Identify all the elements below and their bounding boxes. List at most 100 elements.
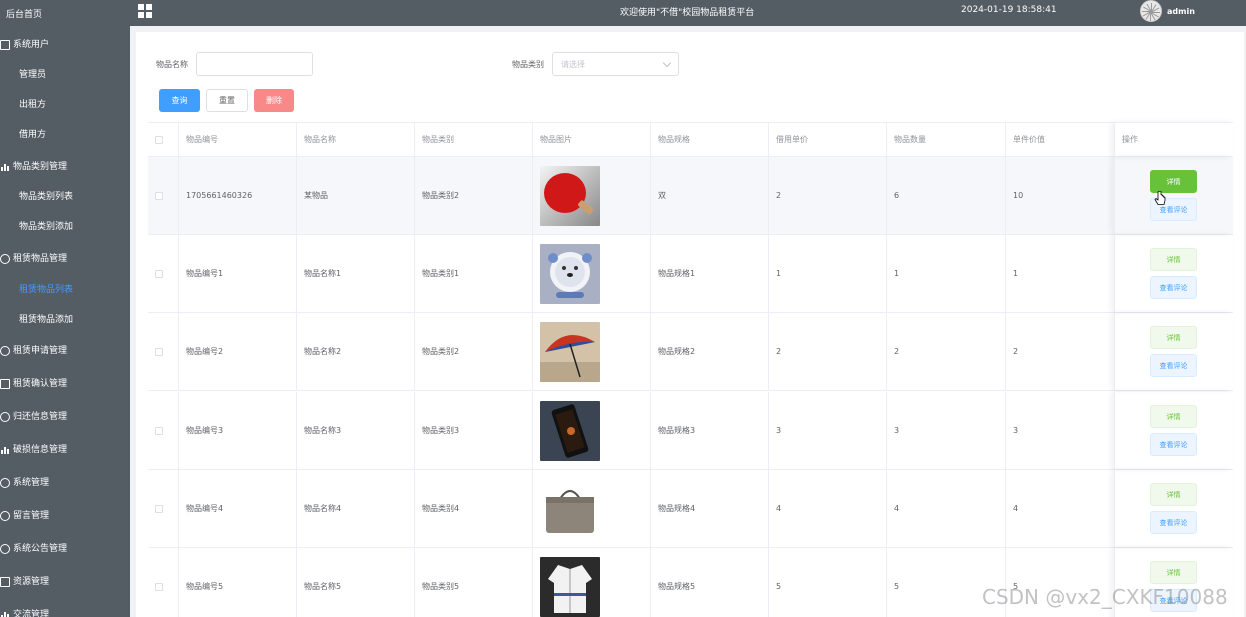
menu-grid-icon[interactable]	[138, 4, 152, 18]
cell-text: 3	[894, 426, 900, 435]
cell-value: 3	[1005, 392, 1114, 469]
category-placeholder: 请选择	[561, 60, 585, 69]
reset-button[interactable]: 重置	[206, 89, 248, 112]
sidebar-subitem[interactable]: 管理员	[0, 60, 130, 90]
cell-name: 某物品	[296, 157, 414, 234]
table-row[interactable]: 物品编号3 物品名称3 物品类别3 物品规格3 3 3 3 详情 查看评论	[148, 392, 1233, 470]
item-name-label: 物品名称	[156, 60, 188, 69]
cell-category: 物品类别1	[414, 235, 532, 312]
sidebar-subitem[interactable]: 租赁物品添加	[0, 305, 130, 335]
sidebar-item[interactable]: 租赁物品管理	[0, 244, 130, 274]
table-row[interactable]: 1705661460326 某物品 物品类别2 双 2 6 10 详情 查看评论	[148, 157, 1233, 235]
sidebar-item[interactable]: 资源管理	[0, 567, 130, 597]
chevron-down-icon	[662, 58, 672, 68]
table-row[interactable]: 物品编号4 物品名称4 物品类别4 物品规格4 4 4 4 详情 查看评论	[148, 470, 1233, 548]
item-image[interactable]	[540, 556, 600, 617]
cell-text: 物品类别2	[422, 191, 460, 200]
sidebar-subitem[interactable]: 出租方	[0, 90, 130, 120]
cell-text: 1	[776, 269, 782, 278]
view-comments-button[interactable]: 查看评论	[1150, 354, 1197, 377]
actions-header-cell	[1114, 122, 1233, 157]
sidebar-item-label: 归还信息管理	[13, 412, 68, 422]
cell-text: 物品规格5	[658, 582, 696, 591]
view-comments-button[interactable]: 查看评论	[1150, 433, 1197, 456]
row-checkbox[interactable]	[155, 583, 163, 591]
username[interactable]: admin	[1167, 7, 1195, 16]
sidebar-item[interactable]: 租赁确认管理	[0, 369, 130, 399]
item-image[interactable]	[540, 321, 600, 382]
cell-price: 5	[768, 548, 886, 617]
row-checkbox[interactable]	[155, 427, 163, 435]
cell-text: 2	[776, 347, 782, 356]
sidebar-item[interactable]: 留言管理	[0, 501, 130, 531]
column-header: 物品类别	[414, 123, 532, 157]
cell-text: 物品类别3	[422, 426, 460, 435]
item-category-select[interactable]: 请选择	[552, 52, 679, 76]
cell-price: 2	[768, 157, 886, 234]
view-comments-button[interactable]: 查看评论	[1150, 511, 1197, 534]
query-button[interactable]: 查询	[159, 89, 200, 112]
item-image[interactable]	[540, 478, 600, 539]
sidebar-item-label: 留言管理	[13, 511, 50, 521]
detail-button[interactable]: 详情	[1150, 405, 1197, 428]
sidebar-item[interactable]: 交流管理	[0, 600, 130, 617]
detail-button[interactable]: 详情	[1150, 483, 1197, 506]
sidebar-subitem[interactable]: 物品类别列表	[0, 182, 130, 212]
cell-text: 物品类别1	[422, 269, 460, 278]
table-row[interactable]: 物品编号2 物品名称2 物品类别2 物品规格2 2 2 2 详情 查看评论	[148, 313, 1233, 391]
main-panel: 物品名称 物品类别 请选择 查询 重置 删除 物品编号 物品名称 物品类别 物品图片物…	[136, 32, 1244, 617]
detail-button[interactable]: 详情	[1150, 170, 1197, 193]
item-image-cell	[532, 392, 650, 469]
delete-button[interactable]: 删除	[254, 89, 294, 112]
cell-value: 2	[1005, 313, 1114, 390]
row-checkbox[interactable]	[155, 270, 163, 278]
table-header: 物品编号 物品名称 物品类别 物品图片 物品规格 借用单价 物品数量 单件价值 操作	[148, 122, 1233, 157]
chat-icon	[0, 510, 10, 521]
cell-text: 物品类别5	[422, 582, 460, 591]
cell-text: 物品规格1	[658, 269, 696, 278]
detail-button[interactable]: 详情	[1150, 561, 1197, 584]
avatar[interactable]	[1140, 0, 1162, 22]
doc-icon	[0, 39, 10, 50]
top-bar: 欢迎使用"不借"校园物品租赁平台 2024-01-19 18:58:41 adm…	[130, 0, 1246, 26]
cell-qty: 2	[886, 313, 1005, 390]
item-image[interactable]	[540, 165, 600, 226]
sidebar-item[interactable]: 租赁申请管理	[0, 336, 130, 366]
sidebar-subitem[interactable]: 租赁物品列表	[0, 275, 130, 305]
bar-chart-icon	[0, 162, 10, 172]
row-checkbox[interactable]	[155, 505, 163, 513]
actions-cell: 详情 查看评论	[1114, 313, 1233, 390]
sidebar-item[interactable]: 系统用户	[0, 30, 130, 60]
sidebar-item[interactable]: 破损信息管理	[0, 435, 130, 465]
sidebar-item[interactable]: 物品类别管理	[0, 152, 130, 182]
select-all-checkbox[interactable]	[155, 136, 163, 144]
item-category-label: 物品类别	[512, 60, 544, 69]
sidebar-item-label: 破损信息管理	[13, 445, 68, 455]
item-name-input[interactable]	[196, 52, 313, 76]
cell-text: 物品编号1	[186, 269, 224, 278]
item-image[interactable]	[540, 400, 600, 461]
view-comments-button[interactable]: 查看评论	[1150, 276, 1197, 299]
cell-value: 1	[1005, 235, 1114, 312]
item-image-cell	[532, 157, 650, 234]
detail-button[interactable]: 详情	[1150, 248, 1197, 271]
row-checkbox[interactable]	[155, 348, 163, 356]
cell-price: 2	[768, 313, 886, 390]
sidebar-item[interactable]: 系统公告管理	[0, 534, 130, 564]
row-checkbox[interactable]	[155, 192, 163, 200]
actions-cell: 详情 查看评论	[1114, 157, 1233, 234]
sidebar-item[interactable]: 系统管理	[0, 468, 130, 498]
actions-cell: 详情 查看评论	[1114, 470, 1233, 547]
cell-qty: 3	[886, 392, 1005, 469]
detail-button[interactable]: 详情	[1150, 326, 1197, 349]
cell-text: 2	[894, 347, 900, 356]
cell-price: 4	[768, 470, 886, 547]
cell-text: 4	[776, 504, 782, 513]
sidebar-item-label: 后台首页	[6, 10, 43, 20]
sidebar-subitem[interactable]: 借用方	[0, 120, 130, 150]
sidebar-item[interactable]: 归还信息管理	[0, 402, 130, 432]
item-image[interactable]	[540, 243, 600, 304]
sidebar-subitem[interactable]: 物品类别添加	[0, 212, 130, 242]
table-row[interactable]: 物品编号1 物品名称1 物品类别1 物品规格1 1 1 1 详情 查看评论	[148, 235, 1233, 313]
sidebar-item[interactable]: 后台首页	[0, 0, 130, 30]
